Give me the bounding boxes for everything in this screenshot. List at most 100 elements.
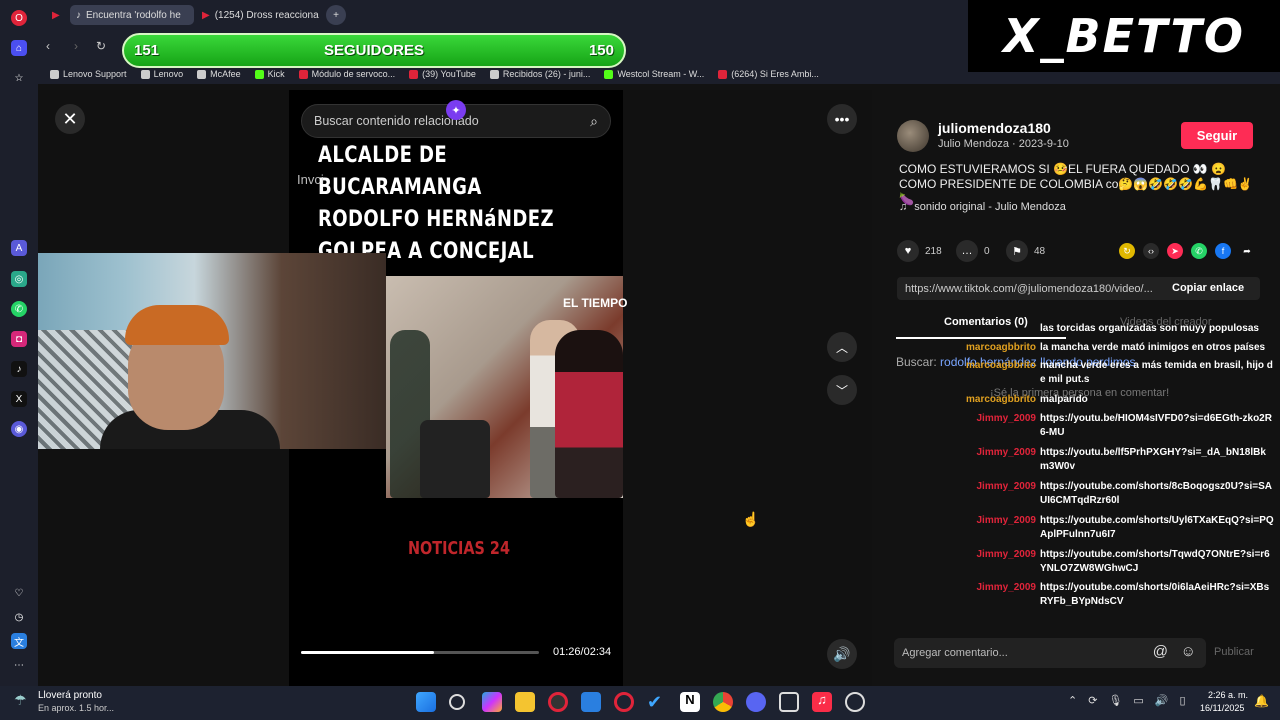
more-options-icon[interactable]: ••• [827,104,857,134]
copy-link-button[interactable]: Copiar enlace [1172,282,1244,294]
chevron-up-icon[interactable]: ⌃ [1068,694,1077,707]
save-stat[interactable]: ⚑ 48 [1006,240,1045,262]
chat-username[interactable]: Jimmy_2009 [964,548,1040,576]
video-watermark: Invci [297,172,324,187]
whatsapp-icon[interactable]: ✆ [11,301,27,317]
comment-input[interactable]: Agregar comentario... @ ☺ [894,638,1206,668]
instagram-icon[interactable]: ◘ [11,331,27,347]
sparkle-icon[interactable]: ✦ [446,100,466,120]
like-stat[interactable]: ♥ 218 [897,240,942,262]
close-icon[interactable]: ✕ [55,104,85,134]
next-video-icon[interactable]: ﹀ [827,375,857,405]
volume-tray-icon[interactable]: 🔊 [1155,694,1169,707]
tab-youtube[interactable]: ▶ (1254) Dross reacciona a N [196,5,320,25]
bookmark[interactable]: Recibidos (26) - juni... [489,69,590,79]
search-icon[interactable]: ⌕ [590,113,598,130]
music-app-icon[interactable]: ♫ [812,692,832,712]
bookmark-icon[interactable]: ⚑ [1006,240,1028,262]
logo-text: X_BETTO [1003,9,1245,63]
start-icon[interactable] [416,692,436,712]
news-brand: NOTICIAS 24 [408,538,510,559]
reload-icon[interactable]: ↻ [96,39,106,53]
chat-username[interactable]: Jimmy_2009 [964,480,1040,508]
new-tab-button[interactable]: + [326,5,346,25]
opera-icon[interactable] [548,692,568,712]
heart-icon[interactable]: ♥ [897,240,919,262]
volume-icon[interactable]: 🔊 [827,639,857,669]
copilot-icon[interactable] [482,692,502,712]
follow-button[interactable]: Seguir [1181,122,1253,149]
chat-username[interactable] [964,322,1040,336]
chrome-icon[interactable] [713,692,733,712]
tiktok-icon[interactable]: ♪ [11,361,27,377]
heart-icon[interactable]: ♡ [11,585,27,601]
home-icon[interactable]: ⌂ [11,40,27,56]
chat-message: Jimmy_2009 https://youtube.com/shorts/Tqw… [964,548,1274,576]
bookmark[interactable]: McAfee [197,69,241,79]
bookmark[interactable]: Lenovo [140,69,183,79]
opera-gx-icon[interactable] [614,692,634,712]
tab-tiktok[interactable]: ♪ Encuentra 'rodolfo he [70,5,194,25]
search-icon[interactable] [449,694,465,710]
avatar[interactable] [897,120,929,152]
chat-username[interactable]: marcoagbbrito [964,341,1040,355]
chatgpt-icon[interactable]: ◎ [11,271,27,287]
notification-bell-icon[interactable]: 🔔 [1254,694,1269,708]
music-row[interactable]: ♫ sonido original - Julio Mendoza [899,201,1066,213]
follower-goal-bar: 151 SEGUIDORES 150 [122,33,626,68]
post-username[interactable]: juliomendoza180 [938,120,1051,136]
translate-icon[interactable]: 文 [11,633,27,649]
opera-logo-icon[interactable]: O [11,10,27,26]
aria-icon[interactable]: A [11,240,27,256]
obs-icon[interactable] [845,692,865,712]
system-tray[interactable]: ⌃ ⟳ 🎙 ▭ 🔊 ▯ [1068,694,1186,707]
embed-icon[interactable]: ‹› [1143,243,1159,259]
notion-icon[interactable]: N [680,692,700,712]
previous-video-icon[interactable]: ︿ [827,332,857,362]
chat-username[interactable]: Jimmy_2009 [964,514,1040,542]
send-icon[interactable]: ➤ [1167,243,1183,259]
emoji-icon[interactable]: ☺ [1181,643,1196,660]
calendar-icon[interactable] [779,692,799,712]
comment-stat[interactable]: … 0 [956,240,990,262]
youtube-tab-icon[interactable]: ▶ [46,5,68,25]
bookmark[interactable]: (39) YouTube [409,69,476,79]
mention-icon[interactable]: @ [1153,643,1168,660]
bookmark[interactable]: Lenovo Support [50,69,127,79]
chat-username[interactable]: Jimmy_2009 [964,412,1040,440]
weather-icon[interactable]: ☂ [14,692,27,709]
clock-time[interactable]: 2:26 a. m. [1208,690,1248,700]
bookmark[interactable]: Kick [254,69,285,79]
share-arrow-icon[interactable]: ➦ [1239,243,1255,259]
battery-icon[interactable]: ▯ [1180,694,1186,707]
chat-username[interactable]: Jimmy_2009 [964,446,1040,474]
whatsapp-share-icon[interactable]: ✆ [1191,243,1207,259]
bookmark[interactable]: Módulo de servoco... [298,69,395,79]
star-icon[interactable]: ☆ [11,70,27,86]
microphone-icon[interactable]: 🎙 [1108,694,1122,707]
bookmark[interactable]: Westcol Stream - W... [604,69,704,79]
sync-icon[interactable]: ⟳ [1088,694,1097,707]
chat-message: marcoagbbrito la mancha verde mató inimig… [964,341,1274,355]
repost-icon[interactable]: ↻ [1119,243,1135,259]
history-icon[interactable]: ◷ [11,609,27,625]
chat-username[interactable]: marcoagbbrito [964,393,1040,407]
display-icon[interactable]: ▭ [1133,694,1143,707]
x-icon[interactable]: X [11,391,27,407]
weather-title[interactable]: Lloverá pronto [38,690,102,701]
player-icon[interactable]: ◉ [11,421,27,437]
bookmark[interactable]: (6264) Si Eres Ambi... [718,69,819,79]
chat-username[interactable]: marcoagbbrito [964,359,1040,387]
todo-icon[interactable]: ✔ [647,692,667,712]
facebook-share-icon[interactable]: f [1215,243,1231,259]
store-icon[interactable] [581,692,601,712]
comment-icon[interactable]: … [956,240,978,262]
discord-icon[interactable] [746,692,766,712]
clock-date[interactable]: 16/11/2025 [1200,703,1244,713]
more-icon[interactable]: ⋯ [11,657,27,673]
back-icon[interactable]: ‹ [46,39,50,53]
chat-username[interactable]: Jimmy_2009 [964,581,1040,609]
forward-icon[interactable]: › [74,39,78,53]
file-explorer-icon[interactable] [515,692,535,712]
publish-button[interactable]: Publicar [1214,646,1254,658]
